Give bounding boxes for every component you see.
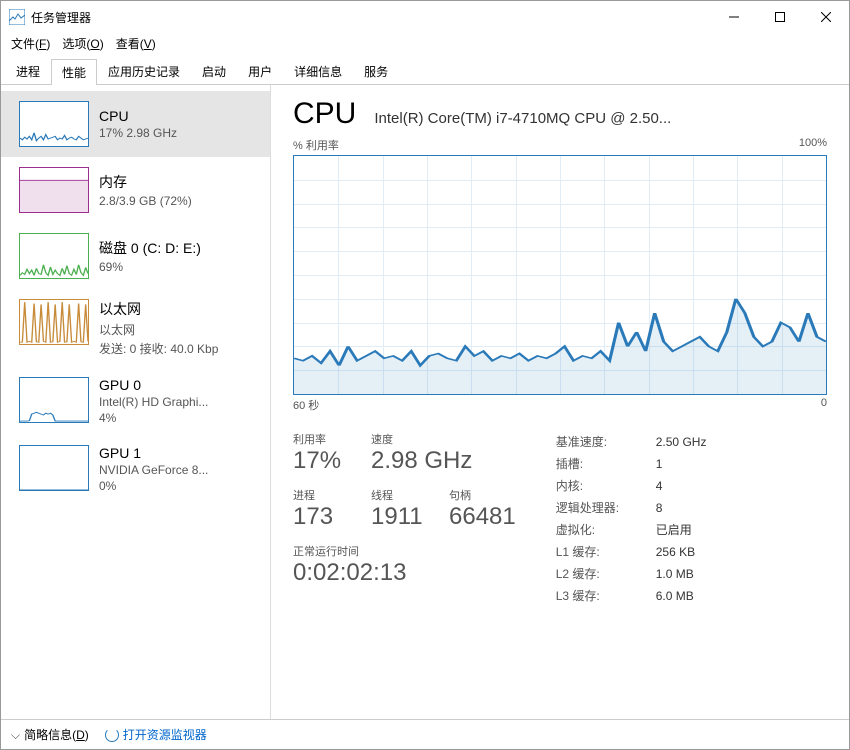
page-title: CPU [293,97,356,131]
minimize-button[interactable] [711,1,757,33]
thumb-graph [19,233,89,279]
spec-key: 内核: [556,475,646,497]
stat-label: 速度 [371,431,472,447]
stat-value: 66481 [449,503,516,531]
tabbar: 进程性能应用历史记录启动用户详细信息服务 [1,58,849,85]
tab-2[interactable]: 应用历史记录 [97,58,191,84]
tab-4[interactable]: 用户 [237,58,283,84]
spec-key: L1 缓存: [556,541,646,563]
stat-label: 进程 [293,487,353,503]
tab-5[interactable]: 详细信息 [283,58,353,84]
open-resmon-link[interactable]: 打开资源监视器 [105,726,207,743]
sidebar-item-title: CPU [99,108,177,124]
sidebar-item-1[interactable]: 内存 2.8/3.9 GB (72%) [1,157,270,223]
menu-file[interactable]: 文件(F) [11,35,50,52]
sidebar-item-title: 磁盘 0 (C: D: E:) [99,238,201,258]
sidebar-item-sub2: 0% [99,479,208,493]
thumb-graph [19,445,89,491]
spec-value: 4 [656,475,663,497]
sidebar-item-sub: NVIDIA GeForce 8... [99,463,208,477]
spec-key: 基准速度: [556,431,646,453]
thumb-graph [19,377,89,423]
spec-value: 6.0 MB [656,585,694,607]
close-button[interactable] [803,1,849,33]
thumb-graph [19,167,89,213]
stat-label: 线程 [371,487,431,503]
sidebar-item-sub: 17% 2.98 GHz [99,126,177,140]
spec-value: 8 [656,497,663,519]
stat-value: 17% [293,447,353,475]
maximize-button[interactable] [757,1,803,33]
sidebar-item-5[interactable]: GPU 1 NVIDIA GeForce 8... 0% [1,435,270,503]
thumb-graph [19,101,89,147]
sidebar-item-sub: Intel(R) HD Graphi... [99,395,208,409]
tab-3[interactable]: 启动 [191,58,237,84]
sidebar-item-sub: 69% [99,260,201,274]
tab-1[interactable]: 性能 [51,59,97,85]
cpu-graph[interactable] [293,155,827,395]
sidebar-item-sub2: 4% [99,411,208,425]
spec-key: L2 缓存: [556,563,646,585]
statusbar: ⌵简略信息(D) 打开资源监视器 [1,719,849,749]
sidebar-item-sub: 2.8/3.9 GB (72%) [99,194,192,208]
graph-label-tl: % 利用率 [293,137,339,153]
sidebar-item-title: 以太网 [99,299,218,319]
resmon-icon [105,728,119,742]
uptime-label: 正常运行时间 [293,543,516,559]
sidebar-item-sub: 以太网 [99,321,218,338]
cpu-model: Intel(R) Core(TM) i7-4710MQ CPU @ 2.50..… [374,110,827,127]
menu-view[interactable]: 查看(V) [116,35,156,52]
chevron-down-icon: ⌵ [11,728,20,742]
graph-label-br: 0 [821,397,827,413]
spec-key: 逻辑处理器: [556,497,646,519]
sidebar-item-sub2: 发送: 0 接收: 40.0 Kbp [99,340,218,357]
stats-left: 利用率 17% 速度 2.98 GHz 进程 173 线程 1911 句柄 66481… [293,431,516,607]
sidebar-item-title: GPU 1 [99,445,208,461]
thumb-graph [19,299,89,345]
spec-value: 2.50 GHz [656,431,707,453]
stat-value: 2.98 GHz [371,447,472,475]
sidebar: CPU 17% 2.98 GHz 内存 2.8/3.9 GB (72%) 磁盘 … [1,85,271,719]
spec-value: 256 KB [656,541,695,563]
sidebar-item-2[interactable]: 磁盘 0 (C: D: E:) 69% [1,223,270,289]
titlebar: 任务管理器 [1,1,849,33]
spec-key: 插槽: [556,453,646,475]
sidebar-item-title: 内存 [99,172,192,192]
spec-value: 已启用 [656,519,692,541]
uptime-value: 0:02:02:13 [293,559,516,587]
app-icon [9,9,25,25]
sidebar-item-title: GPU 0 [99,377,208,393]
spec-key: 虚拟化: [556,519,646,541]
spec-value: 1.0 MB [656,563,694,585]
tab-6[interactable]: 服务 [353,58,399,84]
menu-options[interactable]: 选项(O) [62,35,103,52]
graph-label-bl: 60 秒 [293,397,319,413]
graph-label-tr: 100% [799,137,827,153]
spec-key: L3 缓存: [556,585,646,607]
sidebar-item-3[interactable]: 以太网 以太网 发送: 0 接收: 40.0 Kbp [1,289,270,367]
tab-0[interactable]: 进程 [5,58,51,84]
window-title: 任务管理器 [31,9,711,26]
stats-right: 基准速度: 2.50 GHz 插槽: 1 内核: 4 逻辑处理器: 8 虚拟化: 已启用 L1 缓存… [556,431,707,607]
stat-label: 利用率 [293,431,353,447]
fewer-details-link[interactable]: ⌵简略信息(D) [11,726,89,743]
stat-value: 173 [293,503,353,531]
main-panel: CPU Intel(R) Core(TM) i7-4710MQ CPU @ 2.… [271,85,849,719]
sidebar-item-0[interactable]: CPU 17% 2.98 GHz [1,91,270,157]
stat-label: 句柄 [449,487,516,503]
spec-value: 1 [656,453,663,475]
menubar: 文件(F) 选项(O) 查看(V) [1,33,849,58]
sidebar-item-4[interactable]: GPU 0 Intel(R) HD Graphi... 4% [1,367,270,435]
stat-value: 1911 [371,503,431,531]
